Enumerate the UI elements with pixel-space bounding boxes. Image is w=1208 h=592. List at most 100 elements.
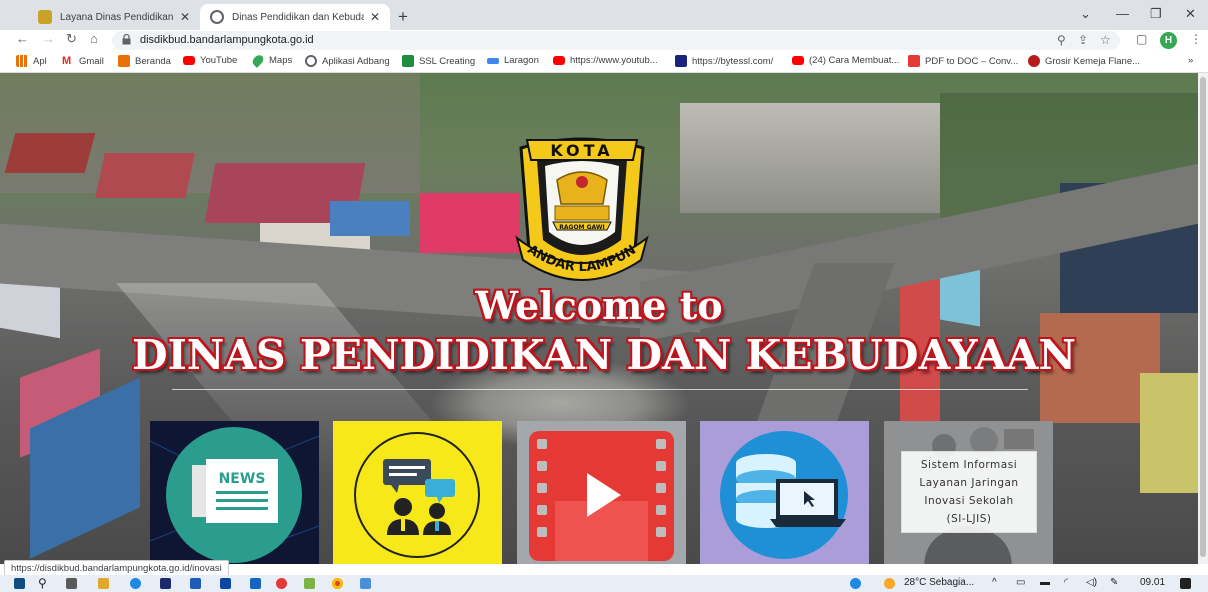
app-icon[interactable] xyxy=(276,578,287,589)
menu-kebab-icon[interactable]: ⋮ xyxy=(1190,32,1202,46)
clock-text[interactable]: 09.01 xyxy=(1140,577,1165,588)
pdf-icon xyxy=(908,55,920,67)
bookmark-maps[interactable]: Maps xyxy=(250,53,292,68)
bookmark-ssl-creating[interactable]: SSL Creating xyxy=(402,55,475,67)
tray-icon[interactable]: ▭ xyxy=(1016,577,1025,588)
app-icon[interactable] xyxy=(220,578,231,589)
bookmark-youtube-link[interactable]: https://www.youtub... xyxy=(553,55,658,66)
minimize-icon[interactable]: — xyxy=(1116,6,1129,21)
new-tab-icon[interactable]: + xyxy=(398,7,408,27)
chrome-icon[interactable] xyxy=(332,578,343,589)
gmail-icon: M xyxy=(62,55,72,67)
wifi-icon[interactable]: ◜ xyxy=(1064,577,1068,588)
notification-icon[interactable] xyxy=(1180,578,1191,589)
share-icon[interactable]: ⇪ xyxy=(1078,33,1088,47)
silj-tile[interactable]: Sistem Informasi Layanan Jaringan Inovas… xyxy=(884,421,1053,564)
tab-dinas[interactable]: Dinas Pendidikan dan Kebudaya ✕ xyxy=(200,4,390,30)
beranda-icon xyxy=(118,55,130,67)
bookmark-gmail[interactable]: M Gmail xyxy=(62,55,104,67)
bookmark-aplikasi-adbang[interactable]: Aplikasi Adbang xyxy=(305,55,390,67)
bookmarks-overflow-button[interactable]: » xyxy=(1188,55,1193,66)
app-icon[interactable] xyxy=(160,578,171,589)
apps-grid-icon xyxy=(16,55,28,67)
page-scrollbar[interactable] xyxy=(1198,73,1208,564)
silj-line2: Layanan Jaringan xyxy=(919,477,1019,489)
bookmark-youtube[interactable]: YouTube xyxy=(183,55,237,66)
silj-caption: Sistem Informasi Layanan Jaringan Inovas… xyxy=(901,451,1037,533)
close-tab-icon[interactable]: ✕ xyxy=(370,10,380,24)
zoom-icon[interactable]: ⚲ xyxy=(1057,33,1066,47)
close-tab-icon[interactable]: ✕ xyxy=(180,10,190,24)
bookmark-bytessl[interactable]: https://bytessl.com/ xyxy=(675,55,773,67)
restore-icon[interactable]: ❐ xyxy=(1150,6,1162,22)
bookmark-grosir-kemeja[interactable]: Grosir Kemeja Flane... xyxy=(1028,55,1140,67)
chevron-up-icon[interactable]: ^ xyxy=(992,577,997,588)
pen-icon[interactable]: ✎ xyxy=(1110,577,1118,588)
address-bar[interactable]: disdikbud.bandarlampungkota.go.id ⚲ ⇪ ☆ xyxy=(112,31,1120,50)
maps-icon xyxy=(250,53,266,68)
back-icon[interactable]: ← xyxy=(16,31,29,46)
kota-bandar-lampung-logo: KOTA RAGOM GAWI BANDAR LAMPUNG xyxy=(507,120,649,281)
dinas-heading: DINAS PENDIDIKAN DAN KEBUDAYAAN xyxy=(132,331,1076,379)
youtube-icon xyxy=(792,56,804,65)
weather-icon xyxy=(884,578,895,589)
news-tile[interactable]: NEWS xyxy=(150,421,319,564)
tab-favicon-icon xyxy=(210,10,224,24)
bookmarks-bar: Apl M Gmail Beranda YouTube Maps Aplikasi… xyxy=(0,51,1208,73)
bookmark-laragon[interactable]: Laragon xyxy=(487,55,539,66)
weather-text[interactable]: 28°C Sebagia... xyxy=(904,577,974,588)
home-icon[interactable]: ⌂ xyxy=(90,31,98,46)
search-icon[interactable]: ⚲ xyxy=(38,576,47,590)
svg-text:NEWS: NEWS xyxy=(219,471,266,487)
globe-icon xyxy=(305,55,317,67)
hero-banner: KOTA RAGOM GAWI BANDAR LAMPUNG Welcome t… xyxy=(0,73,1198,564)
tab-favicon-icon xyxy=(38,10,52,24)
task-view-icon[interactable] xyxy=(66,578,77,589)
reload-icon[interactable]: ↻ xyxy=(66,31,77,47)
help-icon[interactable] xyxy=(850,578,861,589)
windows-taskbar: ⚲ 28°C Sebagia... ^ ▭ ▬ ◜ ◁) ✎ 09.01 xyxy=(0,575,1208,592)
tab-title: Layana Dinas Pendidikan dan Ke xyxy=(60,11,174,23)
bytessl-icon xyxy=(675,55,687,67)
windows-start-icon[interactable] xyxy=(14,578,25,589)
heading-divider xyxy=(172,389,1028,390)
app-icon[interactable] xyxy=(190,578,201,589)
battery-icon[interactable]: ▬ xyxy=(1040,577,1050,588)
edge-icon[interactable] xyxy=(130,578,141,589)
bookmark-beranda[interactable]: Beranda xyxy=(118,55,171,67)
database-tile[interactable] xyxy=(700,421,869,564)
scrollbar-thumb[interactable] xyxy=(1200,77,1206,557)
app-icon[interactable] xyxy=(360,578,371,589)
tab-title: Dinas Pendidikan dan Kebudaya xyxy=(232,11,364,23)
silj-line4: (SI-LJIS) xyxy=(946,513,992,525)
chevron-down-icon[interactable]: ⌄ xyxy=(1080,6,1091,22)
address-toolbar: ← → ↻ ⌂ disdikbud.bandarlampungkota.go.i… xyxy=(0,30,1208,51)
side-panel-icon[interactable]: ▢ xyxy=(1136,32,1147,46)
profile-avatar[interactable]: H xyxy=(1160,32,1177,49)
svg-text:RAGOM GAWI: RAGOM GAWI xyxy=(559,224,605,231)
laragon-icon xyxy=(487,57,499,64)
tab-strip: Layana Dinas Pendidikan dan Ke ✕ Dinas P… xyxy=(0,0,1208,30)
close-window-icon[interactable]: ✕ xyxy=(1185,6,1196,22)
discussion-tile[interactable] xyxy=(333,421,502,564)
bookmark-star-icon[interactable]: ☆ xyxy=(1100,33,1111,47)
lock-icon xyxy=(402,55,414,67)
svg-text:KOTA: KOTA xyxy=(550,141,613,160)
bookmark-cara-membuat[interactable]: (24) Cara Membuat... xyxy=(792,55,899,66)
shop-icon xyxy=(1028,55,1040,67)
youtube-icon xyxy=(183,56,195,65)
forward-icon[interactable]: → xyxy=(42,31,55,46)
file-explorer-icon[interactable] xyxy=(98,578,109,589)
link-status-bubble: https://disdikbud.bandarlampungkota.go.i… xyxy=(4,560,229,576)
youtube-icon xyxy=(553,56,565,65)
silj-line1: Sistem Informasi xyxy=(920,459,1018,471)
lock-icon xyxy=(122,34,131,45)
volume-icon[interactable]: ◁) xyxy=(1086,577,1097,588)
app-icon[interactable] xyxy=(250,578,261,589)
tab-layana[interactable]: Layana Dinas Pendidikan dan Ke ✕ xyxy=(28,4,200,30)
app-icon[interactable] xyxy=(304,578,315,589)
bookmark-apl[interactable]: Apl xyxy=(16,55,47,67)
video-tile[interactable] xyxy=(517,421,686,564)
bookmark-pdf-to-doc[interactable]: PDF to DOC – Conv... xyxy=(908,55,1018,67)
welcome-heading: Welcome to xyxy=(475,283,723,328)
